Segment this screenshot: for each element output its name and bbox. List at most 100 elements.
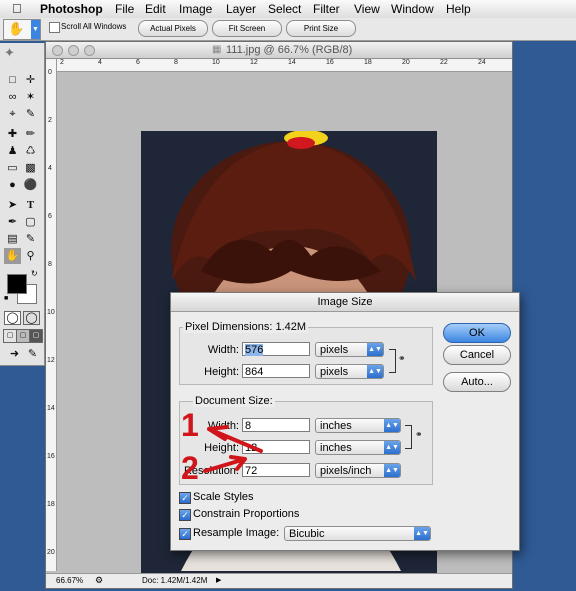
imageready-icon[interactable]: ✎ <box>24 346 41 362</box>
clone-stamp-icon[interactable]: ♟ <box>4 143 21 159</box>
ruler-label: 20 <box>47 549 55 556</box>
move-tool-icon[interactable]: ✛ <box>22 72 39 88</box>
screen-mode-full-icon[interactable]: ▢ <box>29 329 43 343</box>
path-selection-icon[interactable]: ➤ <box>4 197 21 213</box>
type-tool-icon[interactable]: T <box>22 197 39 213</box>
dialog-title: Image Size <box>171 293 519 312</box>
scroll-all-checkbox[interactable] <box>49 22 60 33</box>
dodge-tool-icon[interactable]: ⚫ <box>22 177 39 193</box>
notes-tool-icon[interactable]: ▤ <box>4 231 21 247</box>
magic-wand-icon[interactable]: ✶ <box>22 89 39 105</box>
updown-arrows-icon: ▲▼ <box>384 464 400 477</box>
close-window-icon[interactable] <box>52 45 63 56</box>
ok-button[interactable]: OK <box>443 323 511 343</box>
pixel-height-unit-select[interactable]: pixels ▲▼ <box>315 364 384 379</box>
updown-arrows-icon: ▲▼ <box>384 419 400 432</box>
screen-mode-menu-icon[interactable]: ▢ <box>16 329 30 343</box>
annotation-number-two: 2 <box>181 450 199 486</box>
chain-link-icon: ⚭ <box>398 353 406 363</box>
menu-edit[interactable]: Edit <box>145 2 166 16</box>
brush-tool-icon[interactable]: ✏ <box>22 126 39 142</box>
lasso-tool-icon[interactable]: ∞ <box>4 89 21 105</box>
pixel-dimensions-size: 1.42M <box>275 321 307 333</box>
resolution-unit-select[interactable]: pixels/inch ▲▼ <box>315 463 401 478</box>
constrain-proportions-checkbox[interactable]: ✓ <box>179 509 191 521</box>
quick-mask-icon[interactable]: ◯ <box>23 311 40 325</box>
cancel-button[interactable]: Cancel <box>443 345 511 365</box>
actual-pixels-button[interactable]: Actual Pixels <box>138 20 208 37</box>
menu-filter[interactable]: Filter <box>313 2 340 16</box>
tool-preset-picker[interactable]: ✋ ▼ <box>3 19 41 40</box>
pixel-width-unit: pixels <box>320 344 349 356</box>
doc-link-bracket <box>405 425 412 449</box>
shape-tool-icon[interactable]: ▢ <box>22 214 39 230</box>
zoom-level[interactable]: 66.67% <box>56 576 83 585</box>
history-brush-icon[interactable]: ♺ <box>22 143 39 159</box>
ruler-label: 10 <box>47 309 55 316</box>
jump-to-imageready-icon[interactable]: ➜ <box>6 346 23 362</box>
print-size-button[interactable]: Print Size <box>286 20 356 37</box>
status-info-icon[interactable]: ⚙ <box>95 575 103 586</box>
zoom-window-icon[interactable] <box>84 45 95 56</box>
marquee-tool-icon[interactable]: □ <box>4 72 21 88</box>
feather-icon: ✦ <box>4 45 15 60</box>
menu-window[interactable]: Window <box>391 2 434 16</box>
menu-help[interactable]: Help <box>446 2 471 16</box>
horizontal-ruler[interactable]: 2 4 6 8 10 12 14 16 18 20 22 24 <box>56 59 512 72</box>
ruler-label: 16 <box>47 453 55 460</box>
pixel-width-field[interactable]: 576 <box>242 342 310 356</box>
resample-image-checkbox[interactable]: ✓ <box>179 528 191 540</box>
doc-height-unit: inches <box>320 442 352 454</box>
blur-tool-icon[interactable]: ● <box>4 177 21 193</box>
screen-mode-standard-icon[interactable]: ▢ <box>3 329 17 343</box>
ruler-label: 4 <box>48 165 52 172</box>
ruler-label: 24 <box>478 59 486 66</box>
ruler-label: 6 <box>136 59 140 66</box>
pixel-width-value: 576 <box>245 344 264 356</box>
pixel-width-unit-select[interactable]: pixels ▲▼ <box>315 342 384 357</box>
eyedropper-icon[interactable]: ✎ <box>22 231 39 247</box>
scroll-all-label: Scroll All Windows <box>61 22 127 31</box>
vertical-ruler[interactable]: 0 2 4 6 8 10 12 14 16 18 20 <box>46 59 57 571</box>
doc-size-info[interactable]: Doc: 1.42M/1.42M <box>142 576 207 585</box>
app-menu[interactable]: Photoshop <box>40 2 103 16</box>
width-label: Width: <box>207 344 239 356</box>
menu-layer[interactable]: Layer <box>226 2 256 16</box>
menu-image[interactable]: Image <box>179 2 212 16</box>
menu-select[interactable]: Select <box>268 2 301 16</box>
scale-styles-checkbox[interactable]: ✓ <box>179 492 191 504</box>
doc-height-unit-select[interactable]: inches ▲▼ <box>315 440 401 455</box>
status-bar: 66.67% ⚙ Doc: 1.42M/1.42M ▶ <box>46 573 512 588</box>
pixel-height-field[interactable]: 864 <box>242 364 310 378</box>
gradient-tool-icon[interactable]: ▩ <box>22 160 39 176</box>
resample-method-select[interactable]: Bicubic ▲▼ <box>284 526 431 541</box>
updown-arrows-icon: ▲▼ <box>384 441 400 454</box>
ruler-label: 14 <box>288 59 296 66</box>
swap-colors-icon[interactable]: ↻ <box>31 269 38 278</box>
scale-styles-label: Scale Styles <box>193 491 254 503</box>
doc-width-unit-select[interactable]: inches ▲▼ <box>315 418 401 433</box>
ruler-label: 18 <box>364 59 372 66</box>
menu-file[interactable]: File <box>115 2 134 16</box>
chevron-down-icon: ▼ <box>31 20 40 39</box>
minimize-window-icon[interactable] <box>68 45 79 56</box>
apple-icon[interactable]:  <box>12 1 22 16</box>
slice-tool-icon[interactable]: ✎ <box>22 106 39 122</box>
document-titlebar[interactable]: ▦ 111.jpg @ 66.7% (RGB/8) <box>46 42 512 59</box>
pen-tool-icon[interactable]: ✒ <box>4 214 21 230</box>
ruler-label: 12 <box>250 59 258 66</box>
status-menu-arrow-icon[interactable]: ▶ <box>216 576 221 584</box>
standard-mode-icon[interactable]: ◯ <box>4 311 21 325</box>
crop-tool-icon[interactable]: ⌖ <box>4 106 21 122</box>
resample-image-label: Resample Image: <box>193 527 280 539</box>
auto-button[interactable]: Auto... <box>443 372 511 392</box>
pixel-link-bracket <box>389 349 396 373</box>
zoom-tool-icon[interactable]: ⚲ <box>22 248 39 264</box>
default-colors-icon[interactable]: ■ <box>4 295 8 302</box>
hand-tool-icon[interactable]: ✋ <box>4 248 21 264</box>
ruler-label: 18 <box>47 501 55 508</box>
menu-view[interactable]: View <box>354 2 380 16</box>
fit-screen-button[interactable]: Fit Screen <box>212 20 282 37</box>
eraser-tool-icon[interactable]: ▭ <box>4 160 21 176</box>
healing-brush-icon[interactable]: ✚ <box>4 126 21 142</box>
